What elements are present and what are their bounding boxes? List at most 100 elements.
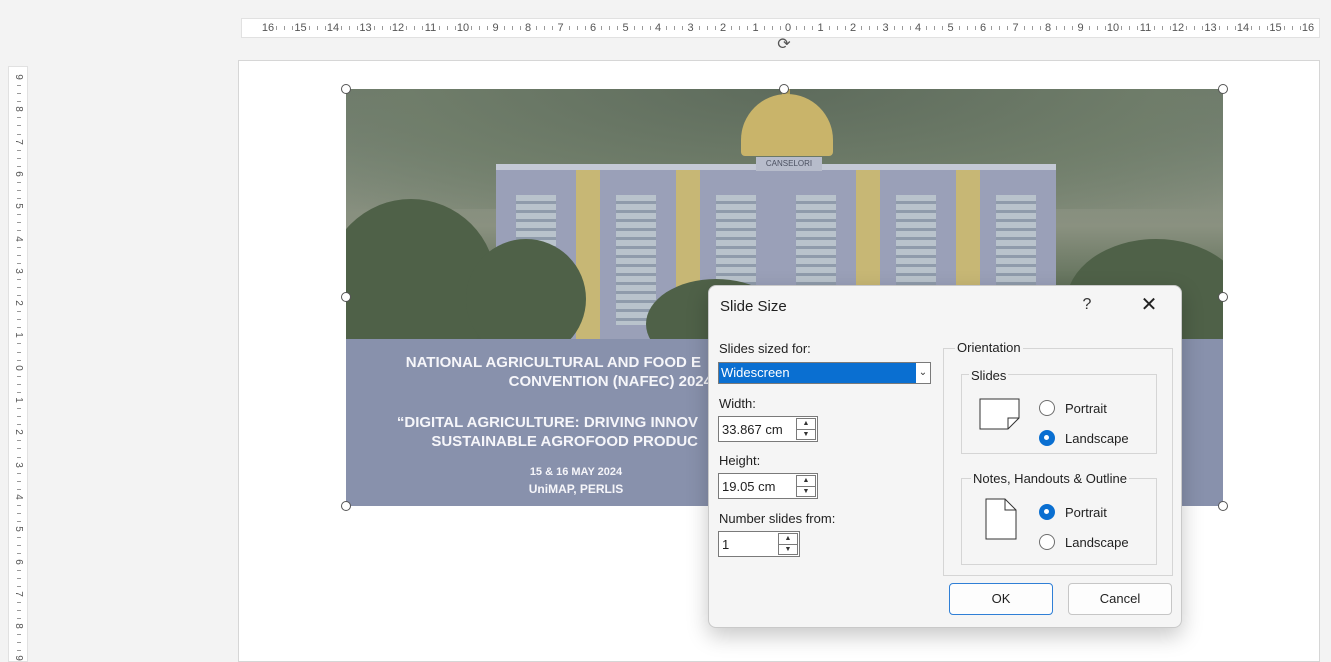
ruler-tick <box>17 214 21 216</box>
slides-sized-for-dropdown[interactable]: Widescreen ⌄ <box>718 362 931 384</box>
ruler-number: 16 <box>1301 22 1315 34</box>
cancel-button[interactable]: Cancel <box>1068 583 1172 615</box>
ruler-number: 15 <box>1269 22 1282 34</box>
ruler-tick <box>698 26 700 30</box>
ruler-tick <box>17 295 21 297</box>
spin-arrows-icon[interactable]: ▲ ▼ <box>796 418 816 440</box>
ok-button[interactable]: OK <box>949 583 1053 615</box>
ruler-tick <box>17 609 21 611</box>
ruler-tick <box>17 537 21 539</box>
ruler-tick <box>958 26 960 30</box>
spin-arrows-icon[interactable]: ▲ ▼ <box>778 533 798 555</box>
width-field[interactable]: 33.867 cm ▲ ▼ <box>718 416 818 442</box>
ruler-tick <box>17 521 21 523</box>
building-sign: CANSELORI <box>756 157 822 171</box>
ruler-tick <box>682 26 684 30</box>
notes-landscape-label: Landscape <box>1065 535 1129 550</box>
event-venue: UniMAP, PERLIS <box>528 482 624 496</box>
ruler-number: 5 <box>622 22 629 34</box>
ruler-tick <box>17 577 21 579</box>
ruler-tick <box>552 26 554 30</box>
ruler-number: 7 <box>13 591 24 597</box>
ruler-tick <box>17 634 21 636</box>
ruler-tick <box>17 585 21 587</box>
ruler-tick <box>926 26 928 30</box>
resize-handle-top[interactable] <box>779 84 789 94</box>
slides-portrait-radio[interactable] <box>1039 400 1055 416</box>
ruler-tick <box>17 311 21 313</box>
ruler-tick <box>861 26 863 30</box>
width-label: Width: <box>719 396 756 411</box>
ruler-tick <box>503 26 505 30</box>
ruler-tick <box>909 26 911 30</box>
ruler-number: 8 <box>13 106 24 113</box>
ruler-number: 8 <box>13 623 24 629</box>
ruler-tick <box>804 26 806 30</box>
ruler-tick <box>357 26 359 30</box>
number-slides-from-value: 1 <box>722 537 730 552</box>
ruler-tick <box>17 642 21 644</box>
ruler-tick <box>446 26 448 30</box>
close-icon[interactable]: ✕ <box>1137 292 1161 317</box>
height-field[interactable]: 19.05 cm ▲ ▼ <box>718 473 818 499</box>
ruler-tick <box>17 618 21 620</box>
chevron-down-icon[interactable]: ⌄ <box>916 363 930 383</box>
ruler-tick <box>1023 26 1025 30</box>
width-value: 33.867 cm <box>722 422 783 437</box>
resize-handle-left[interactable] <box>341 292 351 302</box>
ruler-number: 9 <box>13 655 24 662</box>
ruler-tick <box>893 26 895 30</box>
dialog-title: Slide Size <box>720 298 787 315</box>
notes-portrait-label: Portrait <box>1065 505 1107 520</box>
ruler-number: 14 <box>1236 22 1250 34</box>
ruler-tick <box>934 26 936 30</box>
ruler-number: 4 <box>13 235 24 242</box>
ruler-tick <box>536 26 538 30</box>
ruler-number: 4 <box>654 22 662 34</box>
ruler-tick <box>836 26 838 30</box>
ruler-tick <box>1226 26 1228 30</box>
ruler-tick <box>1194 26 1196 30</box>
ruler-tick <box>568 26 570 30</box>
ruler-tick <box>991 26 993 30</box>
horizontal-ruler[interactable]: 16 15 14 13 12 11 10 9 8 7 6 5 4 3 2 1 0 1 2 3 4 5 6 7 8 9 10 11 12 1… <box>241 18 1320 38</box>
slides-sized-for-value: Widescreen <box>721 365 790 380</box>
number-slides-from-field[interactable]: 1 ▲ ▼ <box>718 531 800 557</box>
ruler-tick <box>714 26 716 30</box>
slides-landscape-radio[interactable] <box>1039 430 1055 446</box>
resize-handle-right[interactable] <box>1218 292 1228 302</box>
resize-handle-top-right[interactable] <box>1218 84 1228 94</box>
ruler-number: 12 <box>391 22 405 34</box>
ruler-tick <box>1291 26 1293 30</box>
ruler-tick <box>17 383 21 385</box>
ruler-tick <box>763 26 765 30</box>
window-panel <box>616 195 656 325</box>
ruler-tick <box>1129 26 1131 30</box>
rotate-icon[interactable]: ⟳ <box>774 37 794 53</box>
ruler-tick <box>17 545 21 547</box>
ruler-tick <box>1234 26 1236 30</box>
ruler-tick <box>544 26 546 30</box>
ruler-tick <box>17 504 21 506</box>
ruler-number: 1 <box>752 22 759 34</box>
notes-landscape-radio[interactable] <box>1039 534 1055 550</box>
top-strip <box>0 0 1331 14</box>
notes-portrait-radio[interactable] <box>1039 504 1055 520</box>
ruler-tick <box>17 601 21 603</box>
ruler-tick <box>617 26 619 30</box>
ruler-tick <box>1039 26 1041 30</box>
spin-arrows-icon[interactable]: ▲ ▼ <box>796 475 816 497</box>
ruler-tick <box>666 26 668 30</box>
help-icon[interactable]: ? <box>1077 296 1097 314</box>
ruler-tick <box>17 286 21 288</box>
ruler-tick <box>1056 26 1058 30</box>
resize-handle-bottom-right[interactable] <box>1218 501 1228 511</box>
ruler-tick <box>771 26 773 30</box>
resize-handle-bottom-left[interactable] <box>341 501 351 511</box>
ruler-number: 10 <box>1106 22 1120 34</box>
ruler-tick <box>1031 26 1033 30</box>
ruler-number: 6 <box>13 171 24 177</box>
resize-handle-top-left[interactable] <box>341 84 351 94</box>
vertical-ruler[interactable]: 9 8 7 6 5 4 3 2 1 0 1 2 3 4 5 6 7 8 9 <box>8 66 28 662</box>
ruler-tick <box>731 26 733 30</box>
